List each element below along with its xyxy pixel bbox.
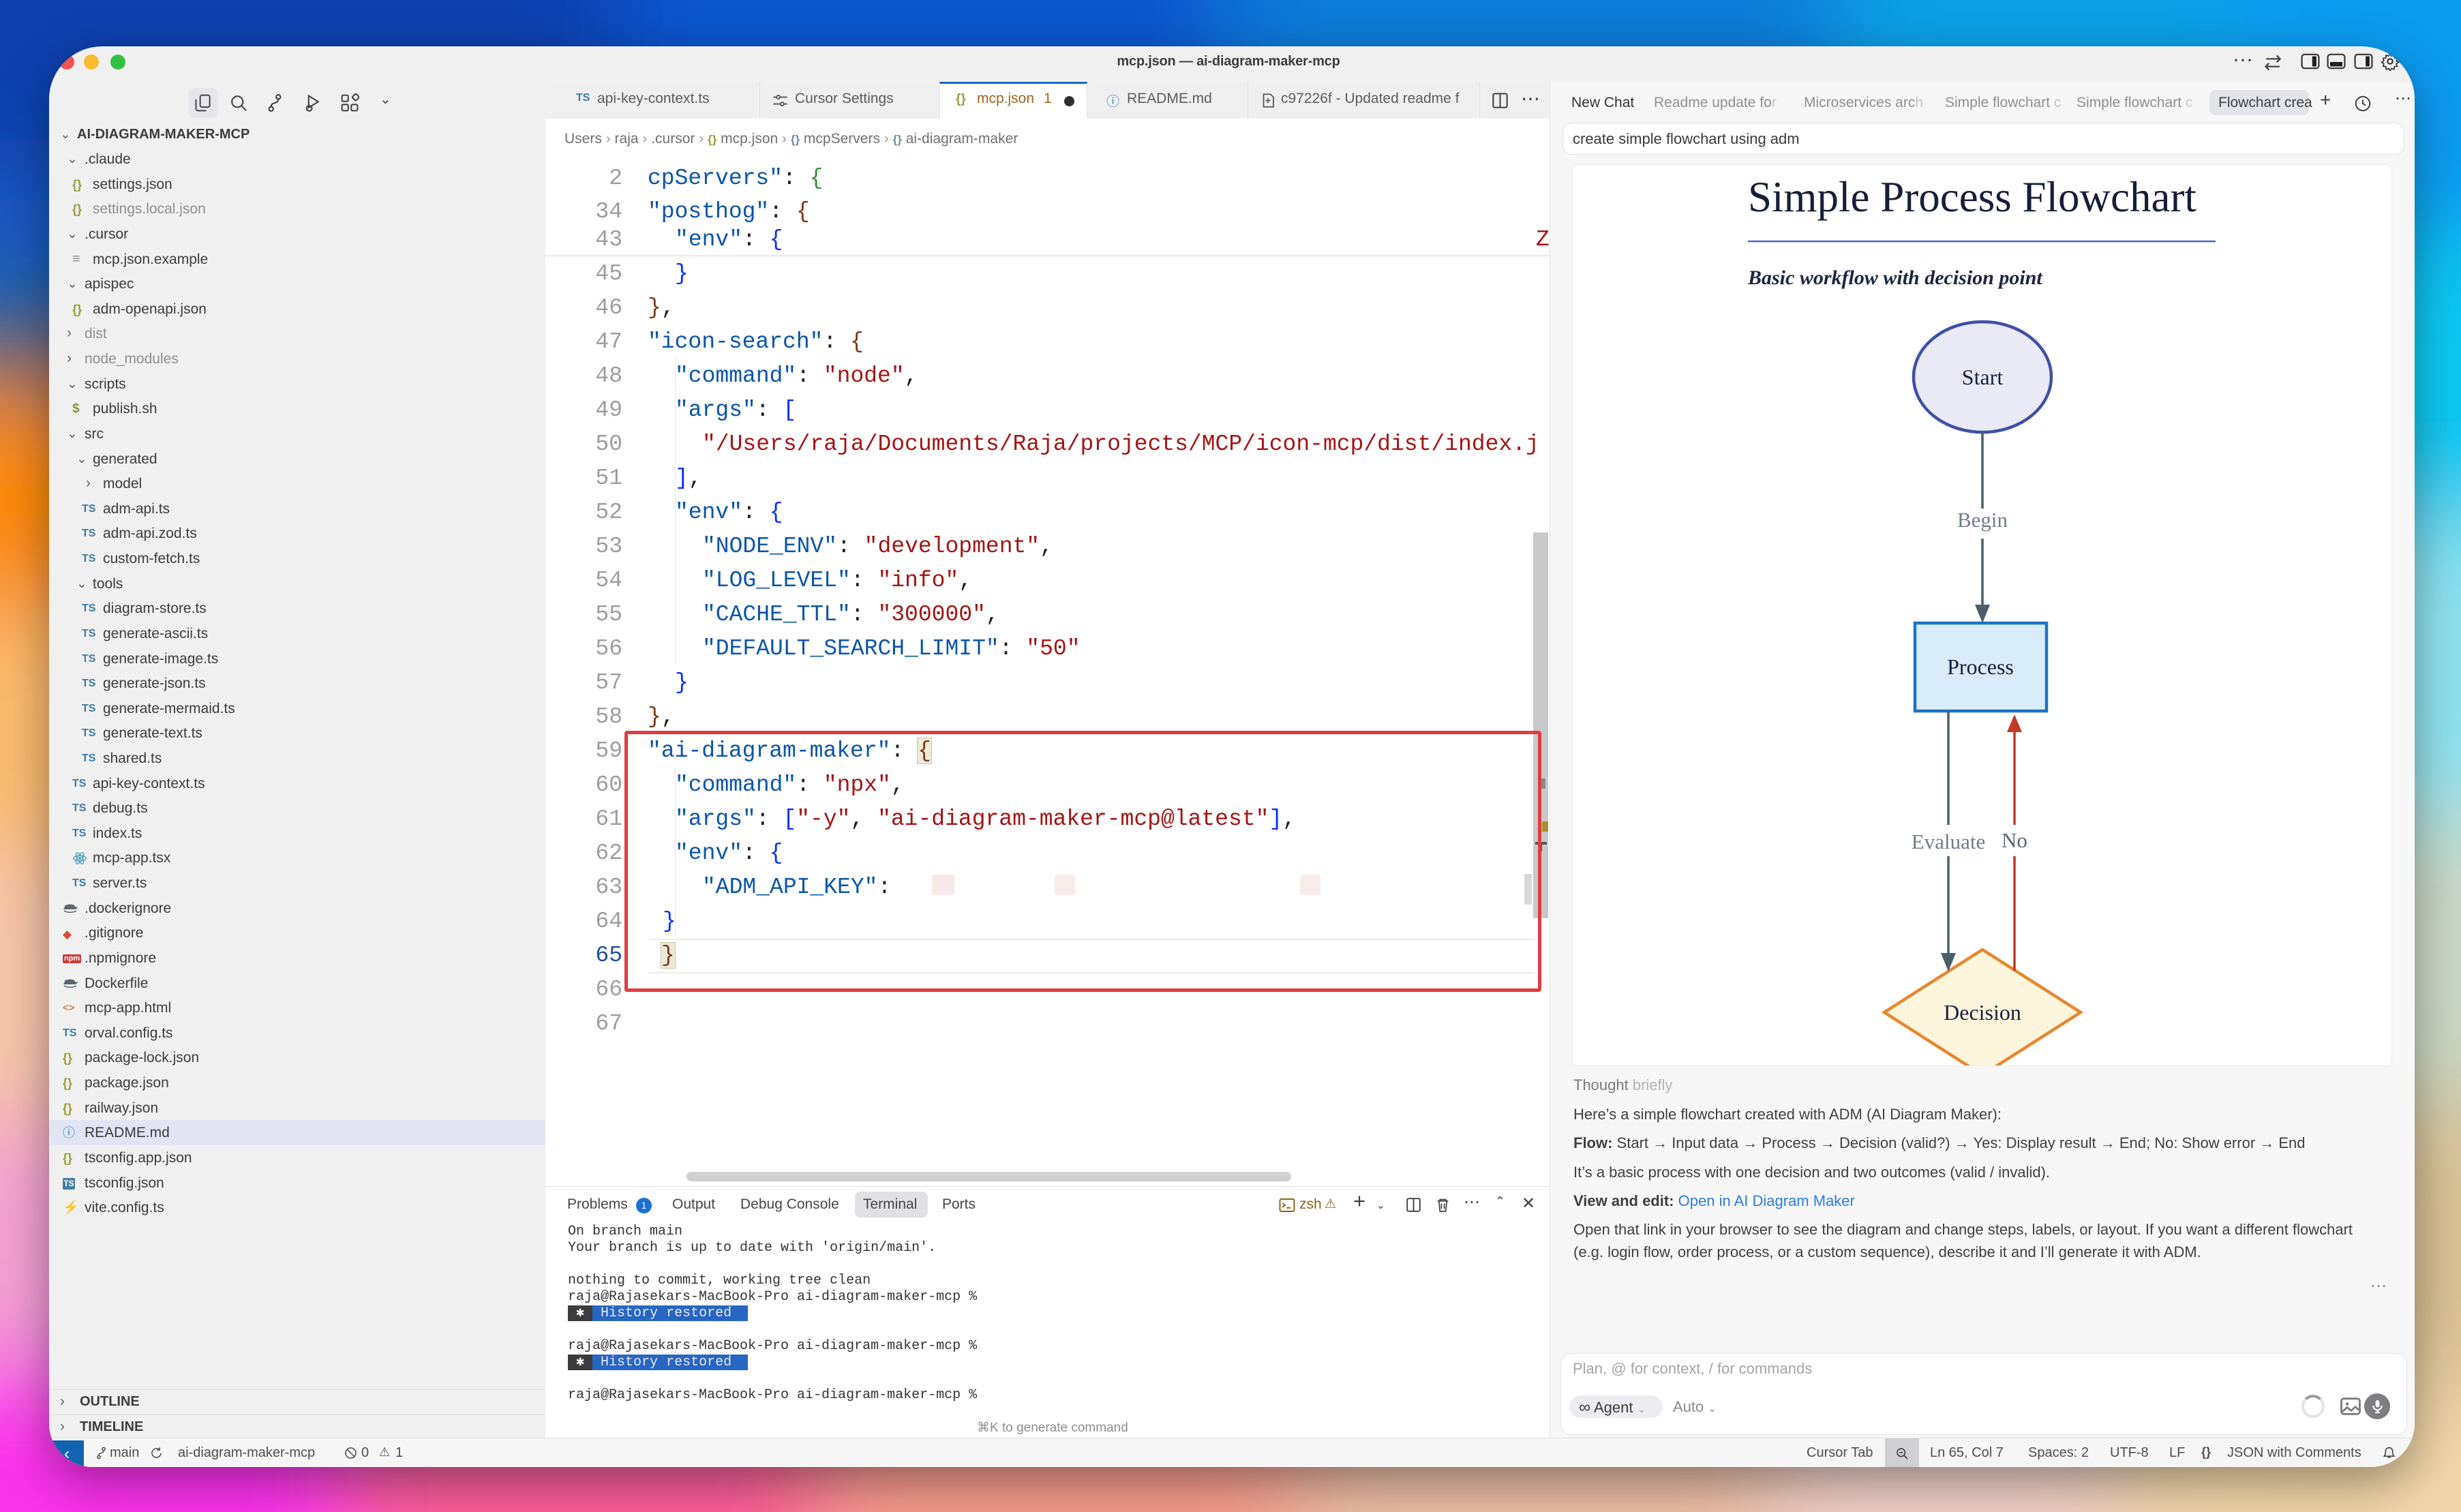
svg-text:Start: Start bbox=[1962, 365, 2004, 389]
svg-text:Simple Process Flowchart: Simple Process Flowchart bbox=[1748, 173, 2196, 221]
svg-text:No: No bbox=[2002, 828, 2027, 852]
svg-text:Decision: Decision bbox=[1944, 1000, 2021, 1025]
svg-text:Process: Process bbox=[1947, 654, 2014, 679]
svg-text:Begin: Begin bbox=[1957, 508, 2008, 532]
svg-text:Basic workflow with decision p: Basic workflow with decision point bbox=[1747, 267, 2043, 289]
svg-text:Evaluate: Evaluate bbox=[1912, 830, 1985, 853]
